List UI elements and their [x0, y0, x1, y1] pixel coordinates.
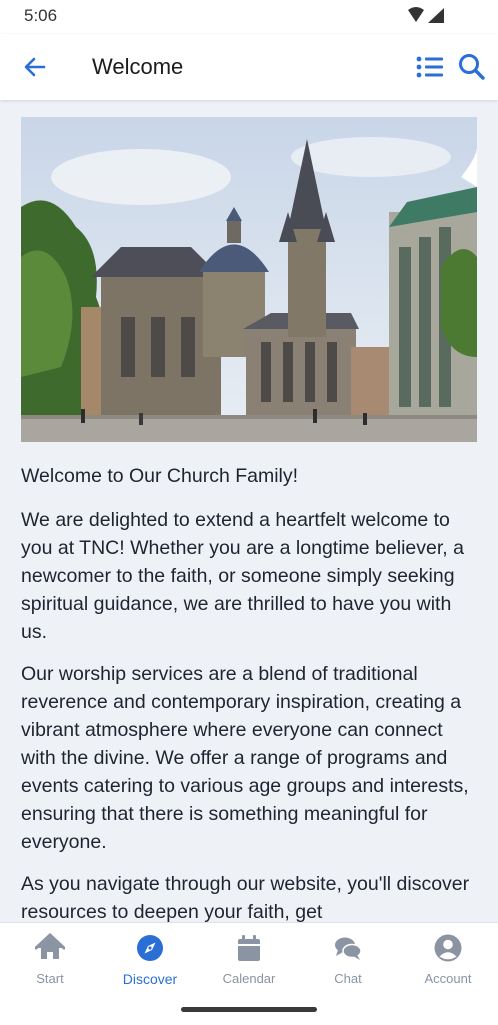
- home-icon: [35, 933, 65, 959]
- article-paragraph-3: As you navigate through our website, you…: [21, 873, 470, 922]
- status-bar: 5:06: [0, 0, 498, 34]
- article-paragraph-2: Our worship services are a blend of trad…: [21, 663, 469, 853]
- nav-item-calendar[interactable]: Calendar: [199, 933, 299, 993]
- nav-label-calendar: Calendar: [222, 971, 276, 986]
- nav-item-account[interactable]: Account: [398, 933, 498, 993]
- article-paragraph-1: We are delighted to extend a heartfelt w…: [21, 509, 464, 643]
- status-icons: [406, 6, 446, 31]
- list-view-button[interactable]: [414, 52, 446, 82]
- content-scroll-area[interactable]: Welcome to Our Church Family! We are del…: [0, 100, 498, 922]
- compass-icon: [137, 935, 163, 961]
- article-heading: Welcome to Our Church Family!: [21, 465, 299, 487]
- nav-label-chat: Chat: [334, 971, 362, 986]
- account-icon: [434, 934, 462, 962]
- app-bar: Welcome: [0, 34, 498, 100]
- chat-icon: [335, 937, 362, 960]
- status-time: 5:06: [24, 6, 58, 25]
- church-hero-image: [21, 117, 477, 442]
- wifi-icon: [408, 7, 424, 22]
- search-icon: [459, 54, 485, 80]
- list-icon: [416, 56, 443, 78]
- nav-item-start[interactable]: Start: [0, 933, 100, 993]
- nav-label-discover: Discover: [122, 971, 178, 987]
- back-button[interactable]: [20, 52, 50, 82]
- nav-item-discover[interactable]: Discover: [100, 933, 200, 993]
- home-indicator[interactable]: [181, 1007, 317, 1012]
- arrow-left-icon: [24, 57, 46, 77]
- bottom-navigation: Start Discover Calendar Chat Account: [0, 922, 498, 1025]
- page-title: Welcome: [92, 54, 184, 79]
- nav-label-start: Start: [36, 971, 64, 986]
- welcome-article: Welcome to Our Church Family! We are del…: [21, 462, 481, 922]
- signal-icon: [428, 8, 444, 23]
- search-button[interactable]: [456, 52, 488, 82]
- calendar-icon: [238, 935, 260, 961]
- nav-label-account: Account: [424, 971, 472, 986]
- nav-item-chat[interactable]: Chat: [298, 933, 398, 993]
